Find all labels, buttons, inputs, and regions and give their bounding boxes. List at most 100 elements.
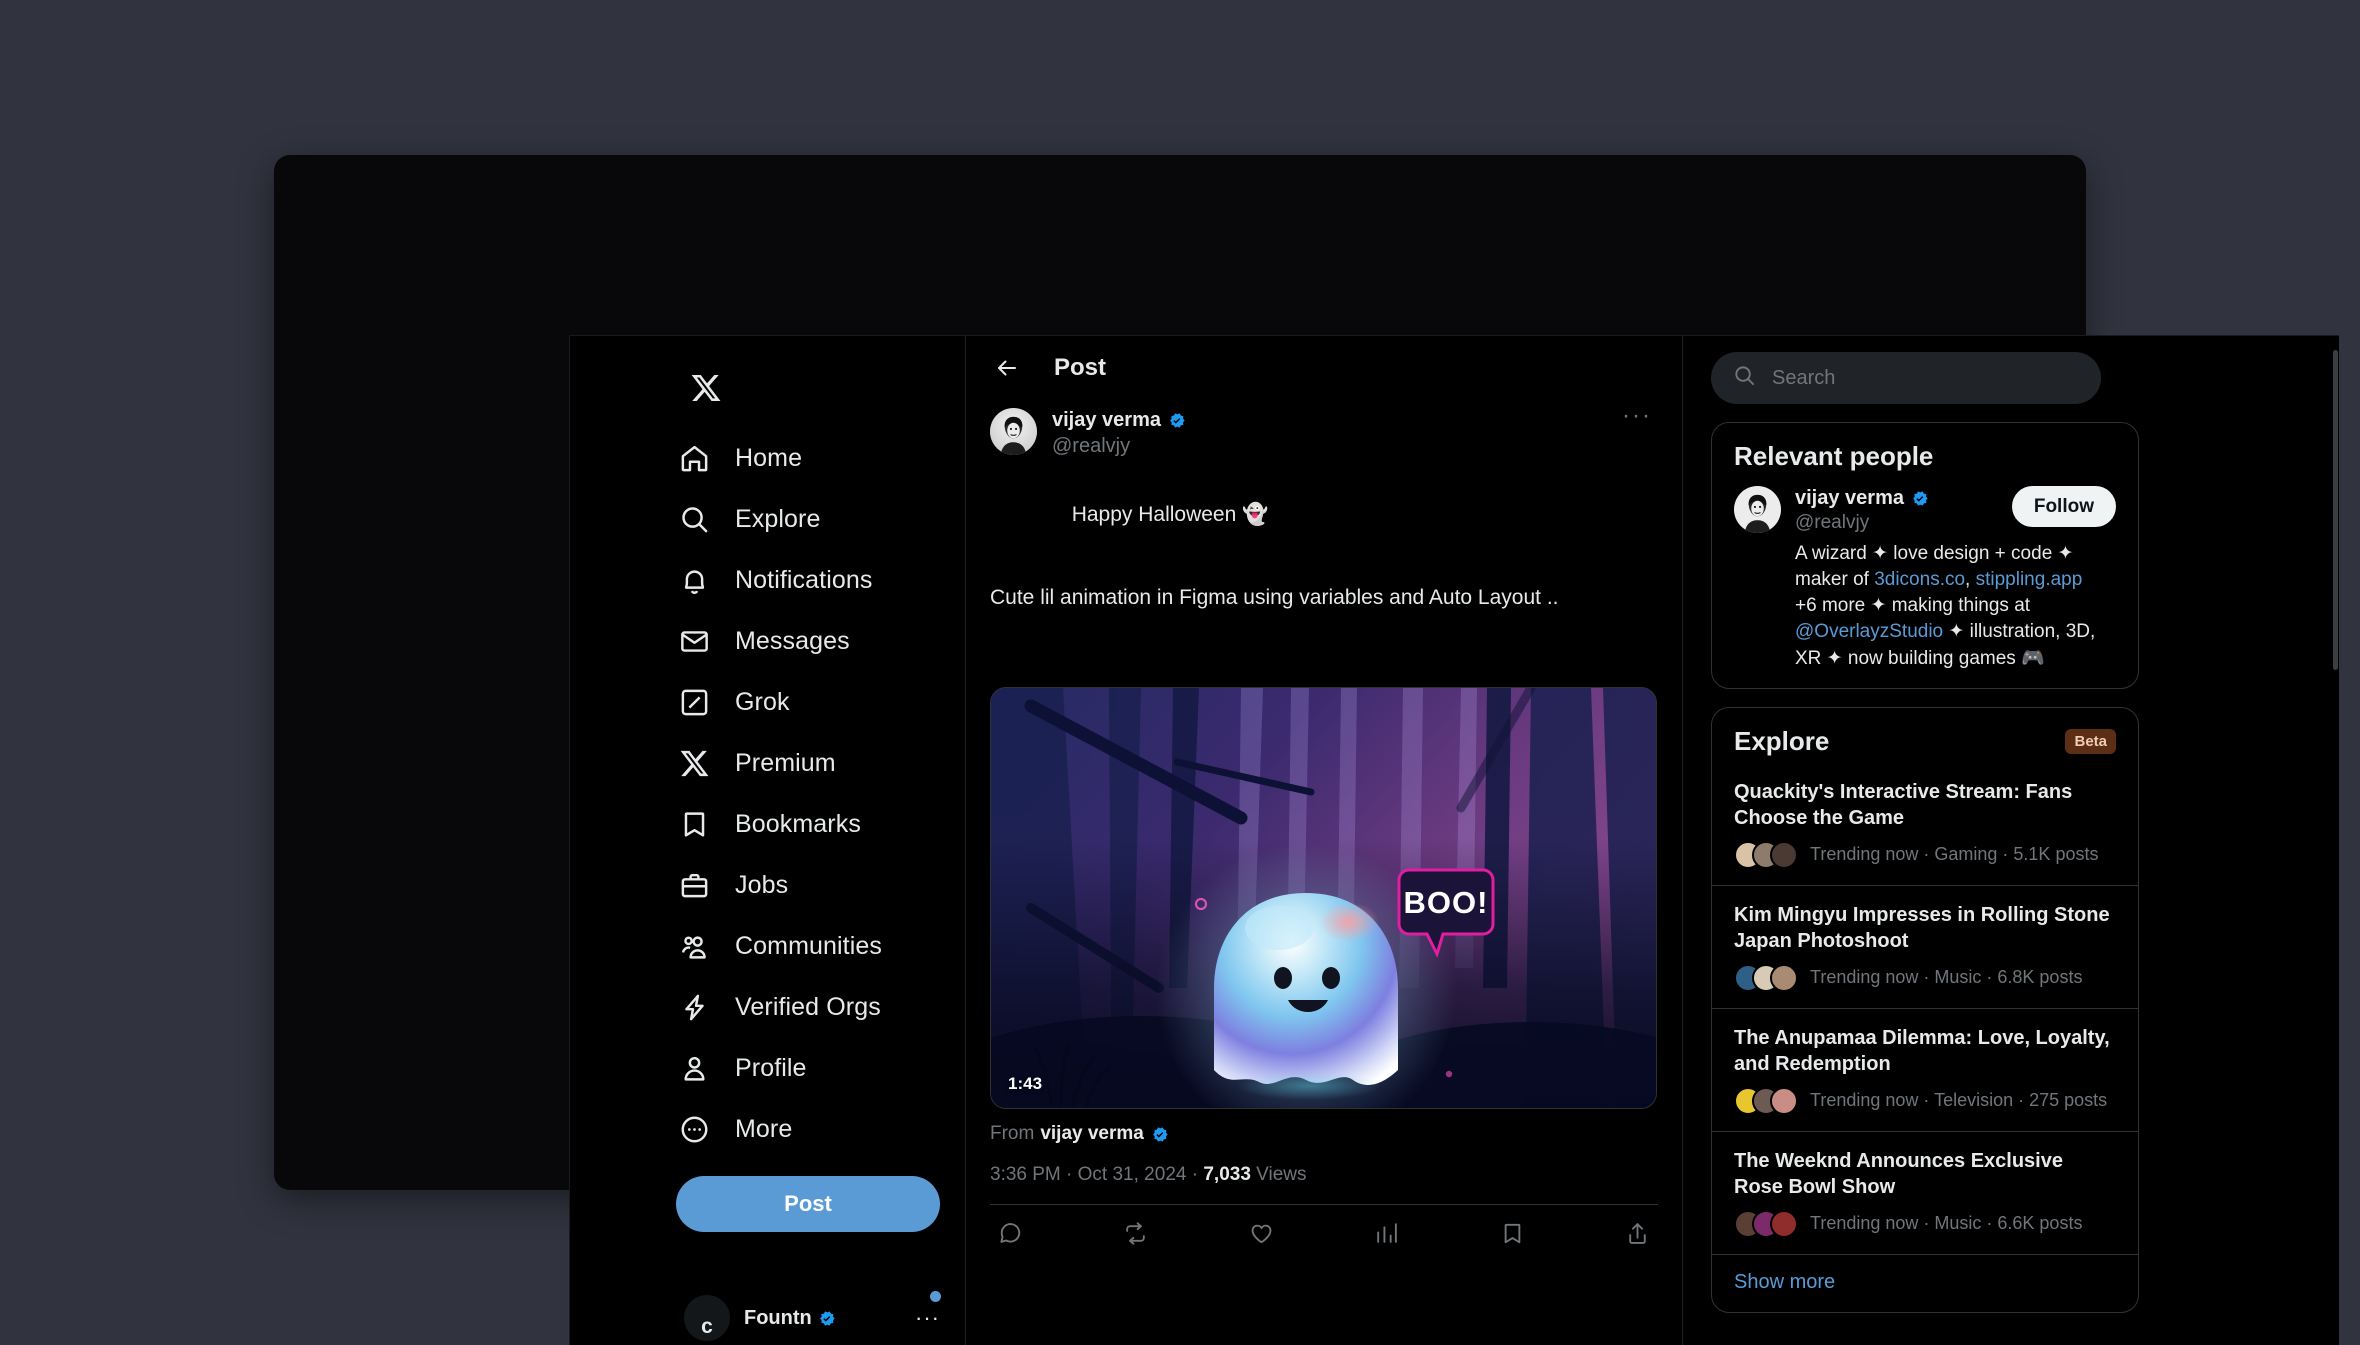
desktop-background: Home Explore bbox=[0, 0, 2360, 1328]
trend-item[interactable]: The Anupamaa Dilemma: Love, Loyalty, and… bbox=[1712, 1008, 2138, 1131]
sidebar-item-bookmarks[interactable]: Bookmarks bbox=[674, 794, 934, 855]
explore-title: Explore Beta bbox=[1712, 708, 2138, 763]
reply-button[interactable] bbox=[998, 1221, 1023, 1246]
primary-navigation: Home Explore bbox=[570, 336, 965, 1232]
back-button[interactable] bbox=[988, 349, 1026, 387]
sidebar-item-label: Verified Orgs bbox=[735, 993, 881, 1022]
sidebar-item-label: Jobs bbox=[735, 871, 788, 900]
sidebar-item-premium[interactable]: Premium bbox=[674, 733, 934, 794]
repost-button[interactable] bbox=[1123, 1221, 1148, 1246]
sidebar-item-explore[interactable]: Explore bbox=[674, 489, 934, 550]
verified-badge-icon bbox=[1150, 1125, 1169, 1144]
person-handle[interactable]: @realvjy bbox=[1795, 511, 1998, 535]
sidebar-item-label: Home bbox=[735, 444, 802, 473]
page-title: Post bbox=[1054, 354, 1106, 382]
x-app: Home Explore bbox=[570, 336, 2339, 1345]
sidebar-item-more[interactable]: More bbox=[674, 1099, 934, 1160]
trend-subtext: Trending now · Gaming · 5.1K posts bbox=[1810, 844, 2098, 865]
trend-avatars bbox=[1734, 841, 1798, 869]
sidebar-item-messages[interactable]: Messages bbox=[674, 611, 934, 672]
post-source-attribution: From vijay verma bbox=[990, 1123, 1658, 1145]
sidebar-item-label: Grok bbox=[735, 688, 790, 717]
author-avatar[interactable] bbox=[990, 408, 1037, 455]
video-duration: 1:43 bbox=[1008, 1074, 1042, 1094]
bio-link[interactable]: stippling.app bbox=[1976, 569, 2083, 590]
account-more-icon[interactable]: ··· bbox=[915, 1305, 940, 1331]
post-text-line-2: Cute lil animation in Figma using variab… bbox=[990, 584, 1658, 613]
trend-headline: The Anupamaa Dilemma: Love, Loyalty, and… bbox=[1734, 1025, 2116, 1077]
views-count: 7,033 bbox=[1203, 1164, 1251, 1185]
trend-headline: Kim Mingyu Impresses in Rolling Stone Ja… bbox=[1734, 902, 2116, 954]
sidebar-item-label: Messages bbox=[735, 627, 850, 656]
bookmark-button[interactable] bbox=[1500, 1221, 1525, 1246]
sidebar-item-profile[interactable]: Profile bbox=[674, 1038, 934, 1099]
trend-meta: Trending now · Television · 275 posts bbox=[1734, 1087, 2116, 1115]
sidebar-item-communities[interactable]: Communities bbox=[674, 916, 934, 977]
trend-meta: Trending now · Music · 6.6K posts bbox=[1734, 1210, 2116, 1238]
sidebar-item-label: Communities bbox=[735, 932, 882, 961]
author-handle[interactable]: @realvjy bbox=[1052, 434, 1601, 460]
from-author[interactable]: vijay verma bbox=[1040, 1123, 1144, 1145]
person-icon bbox=[678, 1052, 711, 1085]
browser-screen: Home Explore bbox=[569, 335, 2339, 1345]
follow-button[interactable]: Follow bbox=[2012, 486, 2116, 527]
show-more-link[interactable]: Show more bbox=[1712, 1254, 2138, 1312]
search-icon bbox=[678, 503, 711, 536]
search-icon bbox=[1733, 364, 1756, 392]
sidebar-item-verified-orgs[interactable]: Verified Orgs bbox=[674, 977, 934, 1038]
left-sidebar: Home Explore bbox=[570, 336, 965, 1345]
page-scrollbar[interactable] bbox=[2332, 336, 2339, 1345]
sidebar-item-label: Profile bbox=[735, 1054, 807, 1083]
person-avatar[interactable] bbox=[1734, 486, 1781, 533]
envelope-icon bbox=[678, 625, 711, 658]
post-more-menu-icon[interactable]: ··· bbox=[1616, 408, 1658, 425]
post-text-line-1: Happy Halloween 👻 bbox=[1072, 503, 1269, 526]
sidebar-item-jobs[interactable]: Jobs bbox=[674, 855, 934, 916]
lightning-icon bbox=[678, 991, 711, 1024]
avatar bbox=[1770, 964, 1798, 992]
trend-item[interactable]: The Weeknd Announces Exclusive Rose Bowl… bbox=[1712, 1131, 2138, 1254]
trend-item[interactable]: Quackity's Interactive Stream: Fans Choo… bbox=[1712, 763, 2138, 885]
trend-subtext: Trending now · Music · 6.6K posts bbox=[1810, 1213, 2082, 1234]
home-icon bbox=[678, 442, 711, 475]
like-button[interactable] bbox=[1249, 1221, 1274, 1246]
post-action-bar bbox=[990, 1205, 1658, 1261]
person-display-name: vijay verma bbox=[1795, 486, 1998, 511]
views-button[interactable] bbox=[1374, 1221, 1399, 1246]
sidebar-item-label: Explore bbox=[735, 505, 820, 534]
trend-list: Quackity's Interactive Stream: Fans Choo… bbox=[1712, 763, 2138, 1254]
search-box[interactable] bbox=[1711, 352, 2101, 404]
trend-headline: The Weeknd Announces Exclusive Rose Bowl… bbox=[1734, 1148, 2116, 1200]
author-names: vijay verma @realvjy bbox=[1052, 408, 1601, 459]
ghost-forest-illustration: BOO! bbox=[991, 688, 1657, 1109]
account-names: Fountn bbox=[744, 1307, 836, 1330]
share-button[interactable] bbox=[1625, 1221, 1650, 1246]
sidebar-item-home[interactable]: Home bbox=[674, 428, 934, 489]
trend-meta: Trending now · Gaming · 5.1K posts bbox=[1734, 841, 2116, 869]
bio-link[interactable]: @OverlayzStudio bbox=[1795, 621, 1943, 642]
account-switcher[interactable]: c Fountn ··· bbox=[678, 1287, 946, 1345]
post-video[interactable]: BOO! 1:43 bbox=[990, 687, 1657, 1109]
post-header: Post bbox=[966, 336, 1682, 400]
relevant-people-title: Relevant people bbox=[1712, 423, 2138, 478]
sidebar-item-notifications[interactable]: Notifications bbox=[674, 550, 934, 611]
sidebar-item-grok[interactable]: Grok bbox=[674, 672, 934, 733]
briefcase-icon bbox=[678, 869, 711, 902]
search-input[interactable] bbox=[1772, 367, 2079, 390]
unread-dot bbox=[930, 1291, 941, 1302]
avatar bbox=[1770, 1210, 1798, 1238]
post-metadata: 3:36 PM · Oct 31, 2024 · 7,033 Views bbox=[990, 1164, 1658, 1186]
post-button[interactable]: Post bbox=[676, 1176, 940, 1232]
sidebar-item-label: Bookmarks bbox=[735, 810, 861, 839]
sidebar-item-label: Premium bbox=[735, 749, 836, 778]
bio-link[interactable]: 3dicons.co bbox=[1874, 569, 1965, 590]
trend-subtext: Trending now · Music · 6.8K posts bbox=[1810, 967, 2082, 988]
bell-icon bbox=[678, 564, 711, 597]
person-bio: A wizard ✦ love design + code ✦ maker of… bbox=[1795, 541, 2100, 672]
x-logo-icon[interactable] bbox=[678, 360, 734, 416]
relevant-person: vijay verma @realvjy Follow bbox=[1712, 478, 2138, 688]
sidebar-item-label: More bbox=[735, 1115, 792, 1144]
post-date: Oct 31, 2024 bbox=[1078, 1164, 1187, 1185]
trend-meta: Trending now · Music · 6.8K posts bbox=[1734, 964, 2116, 992]
trend-item[interactable]: Kim Mingyu Impresses in Rolling Stone Ja… bbox=[1712, 885, 2138, 1008]
